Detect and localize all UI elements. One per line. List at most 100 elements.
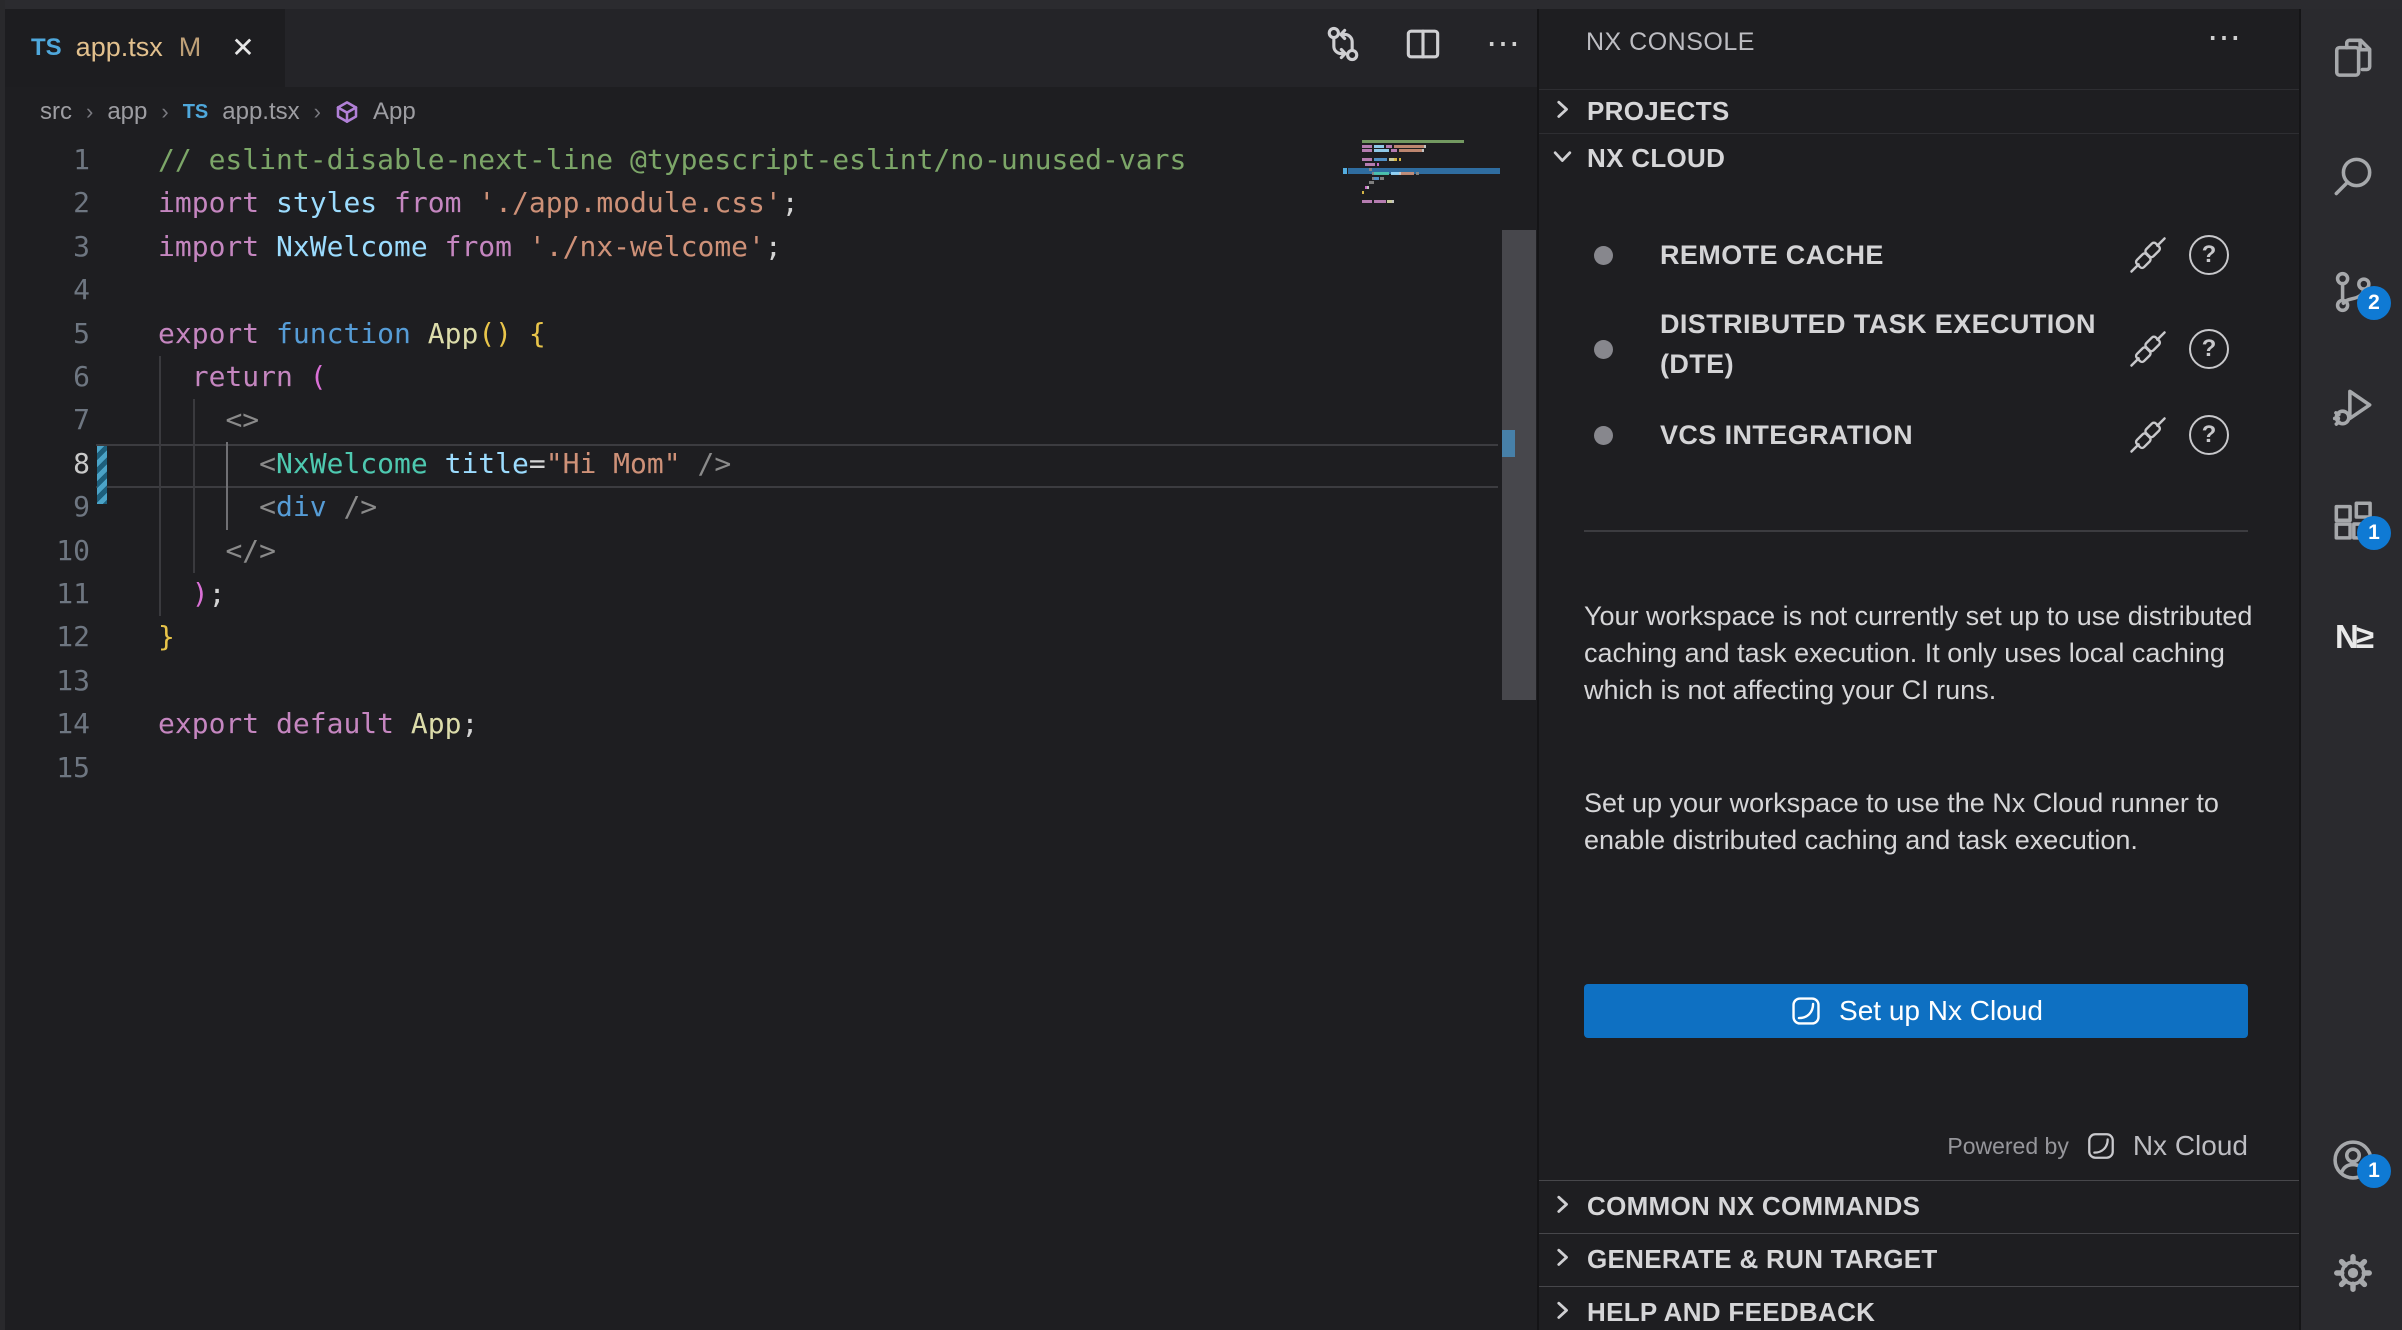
- minimap-line: [1362, 140, 1464, 143]
- explorer-icon: [2328, 33, 2378, 83]
- plug-connect-icon[interactable]: [2125, 412, 2171, 458]
- activity-item-nx-console[interactable]: N≥: [2327, 611, 2379, 663]
- minimap-current-line-marker: [1343, 168, 1347, 174]
- code-line: 14 export default App;: [0, 702, 1500, 745]
- activity-item-search[interactable]: [2327, 150, 2379, 202]
- powered-by-row: Powered by Nx Cloud: [1539, 1118, 2248, 1174]
- feature-row[interactable]: REMOTE CACHE?: [1539, 232, 2299, 278]
- chevron-right-icon: [1549, 96, 1575, 127]
- code-area[interactable]: 1 // eslint-disable-next-line @typescript…: [0, 0, 1537, 1330]
- window-top-edge: [0, 0, 2402, 9]
- feature-status-dot: [1594, 340, 1613, 359]
- vscode-window: TS app.tsx M ✕ ⋯ src › app › TS app.tsx …: [0, 0, 2402, 1330]
- code-line: 6 return (: [0, 355, 1500, 398]
- section-common-nx-commands[interactable]: COMMON NX COMMANDS: [1539, 1180, 2299, 1232]
- section-projects[interactable]: PROJECTS: [1539, 89, 2299, 134]
- activity-bar: 2 1 N≥ 1: [2299, 0, 2402, 1330]
- code-line: 9 <div />: [0, 485, 1500, 528]
- minimap-line: [1362, 181, 1374, 184]
- code-line: 3 import NxWelcome from './nx-welcome';: [0, 225, 1500, 268]
- run-and-debug-icon: [2328, 382, 2378, 432]
- chevron-right-icon: [1549, 1244, 1575, 1275]
- overview-ruler-modified-decoration: [1502, 430, 1515, 457]
- minimap[interactable]: [1348, 138, 1500, 268]
- code-text: return (: [158, 355, 327, 398]
- code-line: 4: [0, 268, 1500, 311]
- nx-console-panel: NX CONSOLE ⋯ PROJECTS NX CLOUD REMOTE CA…: [1539, 0, 2299, 1330]
- minimap-line: [1362, 177, 1384, 180]
- activity-item-settings[interactable]: [2327, 1247, 2379, 1299]
- line-number: 4: [0, 268, 90, 311]
- plug-connect-icon[interactable]: [2125, 232, 2171, 278]
- line-number: 14: [0, 702, 90, 745]
- panel-title-row: NX CONSOLE ⋯: [1539, 0, 2299, 88]
- section-help-and-feedback[interactable]: HELP AND FEEDBACK: [1539, 1286, 2299, 1330]
- line-number: 3: [0, 225, 90, 268]
- editor-scrollbar[interactable]: [1500, 90, 1537, 1330]
- workspace-status-text: Your workspace is not currently set up t…: [1584, 598, 2256, 709]
- chevron-down-icon: [1549, 143, 1575, 174]
- code-line: 5 export function App() {: [0, 312, 1500, 355]
- section-nx-cloud[interactable]: NX CLOUD: [1539, 136, 2299, 181]
- question-help-icon[interactable]: ?: [2189, 415, 2229, 455]
- window-left-edge: [0, 0, 5, 1330]
- divider: [1584, 530, 2248, 532]
- badge: 2: [2357, 286, 2391, 320]
- powered-by-label: Powered by: [1947, 1133, 2068, 1160]
- panel-title: NX CONSOLE: [1586, 28, 1755, 57]
- feature-row[interactable]: DISTRIBUTED TASK EXECUTION (DTE)?: [1539, 306, 2299, 392]
- section-label: COMMON NX COMMANDS: [1587, 1191, 1920, 1222]
- line-number: 15: [0, 746, 90, 789]
- code-line: 8 <NxWelcome title="Hi Mom" />: [0, 442, 1500, 485]
- minimap-line: [1362, 191, 1364, 194]
- minimap-line: [1362, 149, 1424, 152]
- more-actions-icon[interactable]: ⋯: [2207, 18, 2243, 58]
- code-text: // eslint-disable-next-line @typescript-…: [158, 138, 1186, 181]
- feature-row[interactable]: VCS INTEGRATION?: [1539, 412, 2299, 458]
- minimap-line: [1362, 145, 1426, 148]
- code-text: import NxWelcome from './nx-welcome';: [158, 225, 782, 268]
- code-line: 7 <>: [0, 398, 1500, 441]
- badge: 1: [2357, 1154, 2391, 1188]
- code-text: <div />: [158, 485, 377, 528]
- plug-connect-icon[interactable]: [2125, 326, 2171, 372]
- settings-icon: [2328, 1248, 2378, 1298]
- chevron-right-icon: [1549, 1297, 1575, 1328]
- line-number: 13: [0, 659, 90, 702]
- activity-item-explorer[interactable]: [2327, 32, 2379, 84]
- code-text: }: [158, 615, 175, 658]
- line-number: 2: [0, 181, 90, 224]
- minimap-line: [1362, 200, 1394, 203]
- setup-nx-cloud-button[interactable]: Set up Nx Cloud: [1584, 984, 2248, 1038]
- line-number: 9: [0, 485, 90, 528]
- code-text: export function App() {: [158, 312, 546, 355]
- search-icon: [2328, 151, 2378, 201]
- minimap-line: [1362, 172, 1419, 175]
- minimap-line: [1362, 163, 1379, 166]
- code-text: export default App;: [158, 702, 478, 745]
- code-text: <>: [158, 398, 259, 441]
- line-number: 11: [0, 572, 90, 615]
- code-line: 12}: [0, 615, 1500, 658]
- feature-status-dot: [1594, 426, 1613, 445]
- question-help-icon[interactable]: ?: [2189, 235, 2229, 275]
- nx-console-icon: N≥: [2335, 618, 2371, 656]
- code-line: 15: [0, 746, 1500, 789]
- section-generate-run-target[interactable]: GENERATE & RUN TARGET: [1539, 1233, 2299, 1285]
- feature-label: VCS INTEGRATION: [1660, 415, 2125, 455]
- badge: 1: [2357, 516, 2391, 550]
- code-line: 2import styles from './app.module.css';: [0, 181, 1500, 224]
- setup-hint-text: Set up your workspace to use the Nx Clou…: [1584, 785, 2256, 859]
- minimap-line: [1362, 168, 1372, 171]
- line-number: 7: [0, 398, 90, 441]
- minimap-line: [1362, 158, 1401, 161]
- activity-item-run-and-debug[interactable]: [2327, 381, 2379, 433]
- section-label: PROJECTS: [1587, 96, 1730, 127]
- feature-label: DISTRIBUTED TASK EXECUTION (DTE): [1660, 304, 2125, 384]
- scrollbar-slider[interactable]: [1502, 230, 1536, 700]
- line-number: 1: [0, 138, 90, 181]
- line-number: 5: [0, 312, 90, 355]
- code-text: <NxWelcome title="Hi Mom" />: [158, 442, 731, 485]
- section-label: NX CLOUD: [1587, 143, 1725, 174]
- question-help-icon[interactable]: ?: [2189, 329, 2229, 369]
